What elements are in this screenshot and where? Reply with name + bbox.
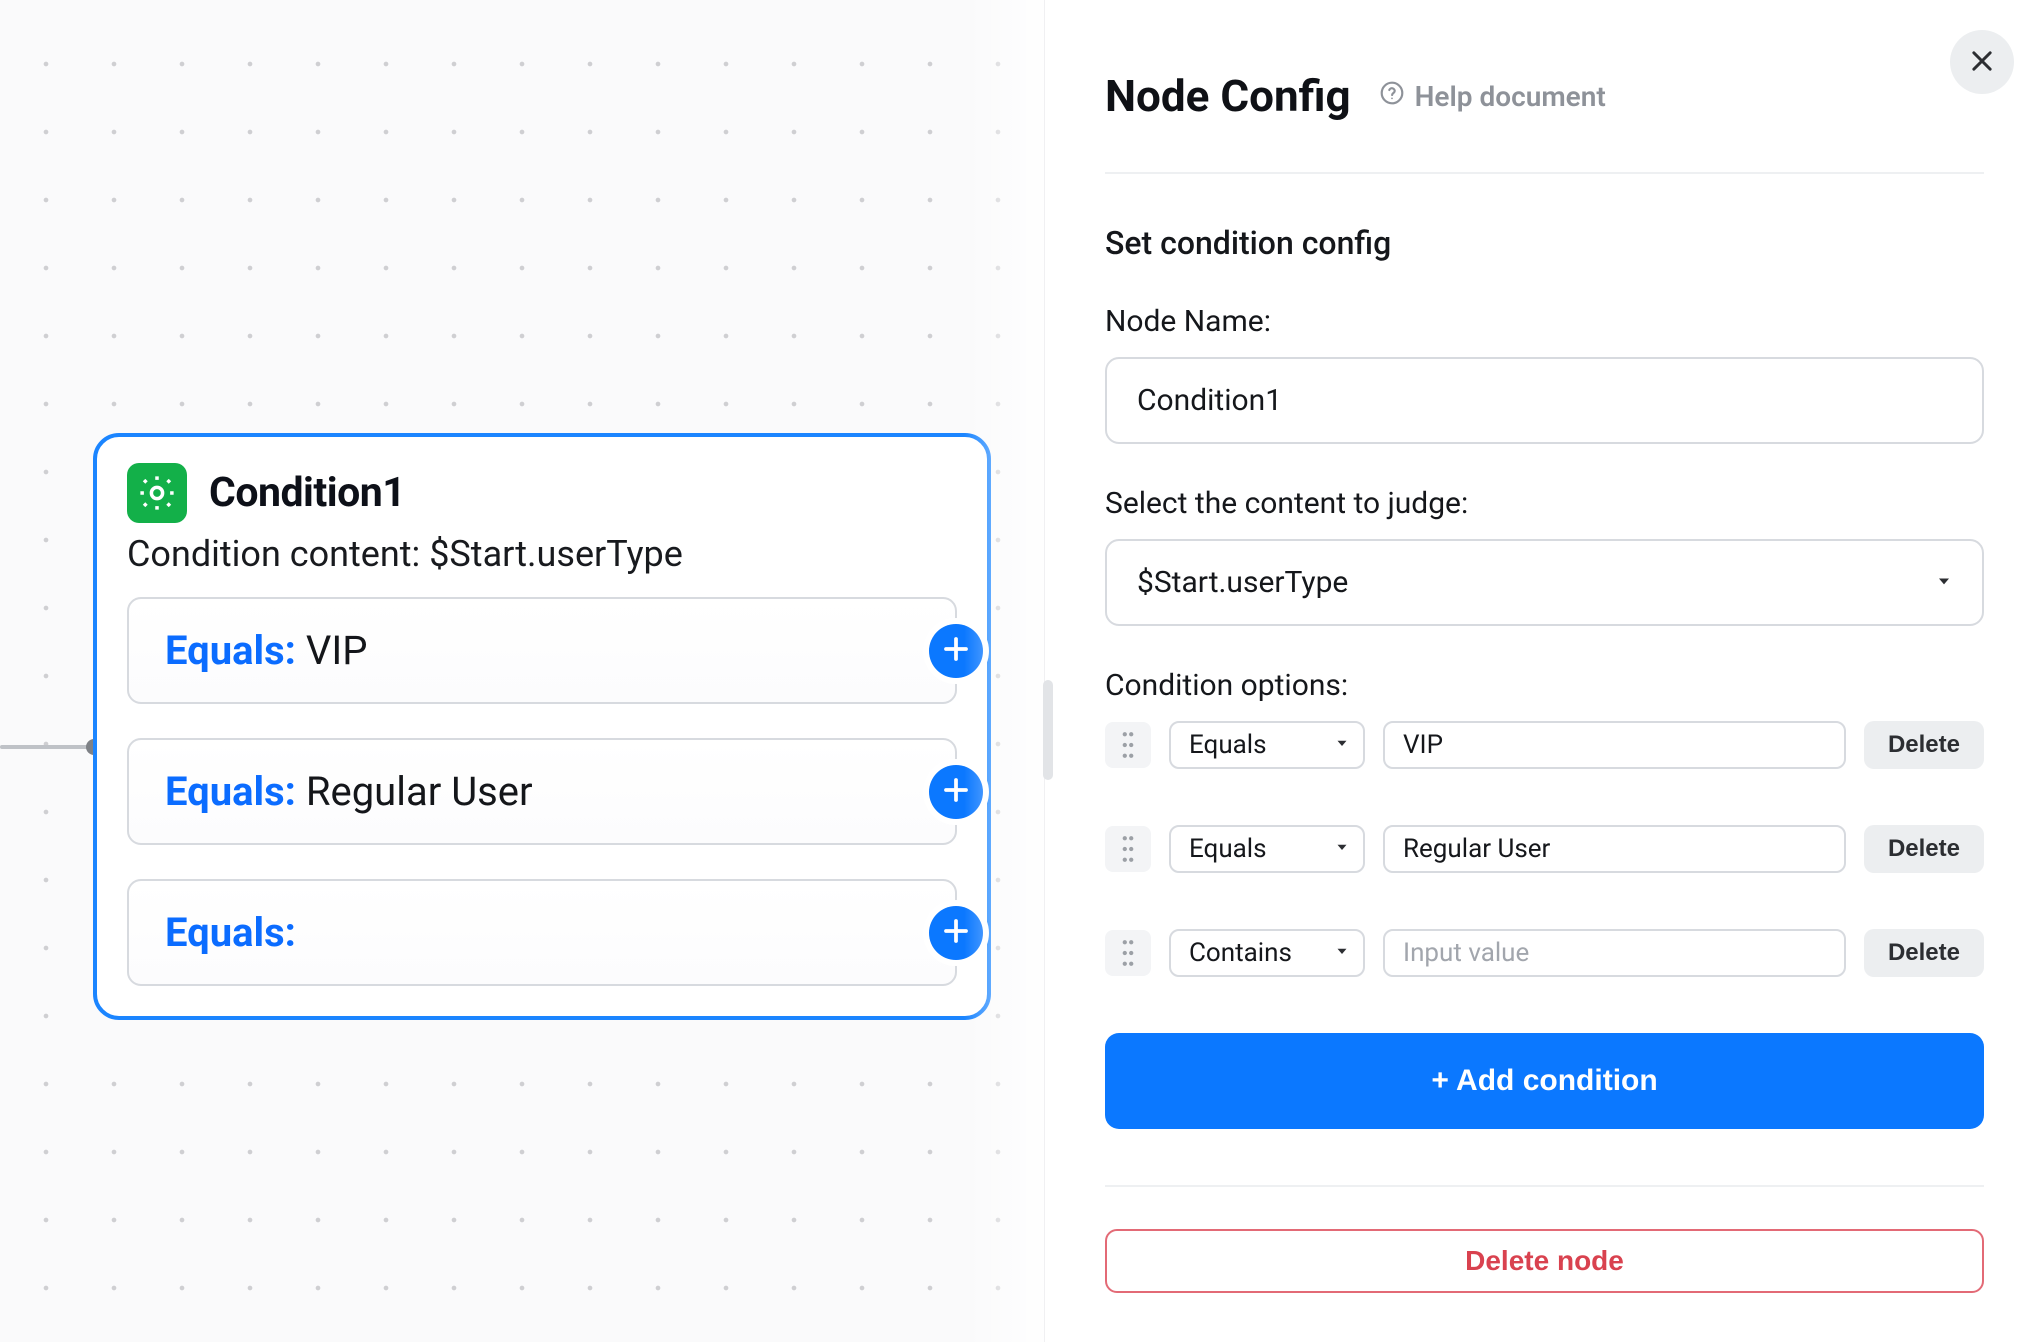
branch-operator: Equals:	[165, 909, 296, 956]
condition-value-input[interactable]	[1383, 825, 1846, 873]
operator-value[interactable]	[1169, 721, 1365, 769]
condition-options-label: Condition options:	[1105, 668, 1984, 703]
condition-options-list: Delete Delete Delete	[1105, 721, 1984, 977]
plus-icon	[941, 634, 971, 667]
node-name-label: Node Name:	[1105, 304, 1984, 339]
condition-branch-label: Equals: VIP	[165, 627, 919, 674]
help-label: Help document	[1415, 80, 1606, 113]
help-document-link[interactable]: Help document	[1379, 80, 1606, 113]
branch-operator: Equals:	[165, 768, 296, 815]
condition-branch-row[interactable]: Equals: VIP	[127, 597, 957, 704]
add-branch-output-button[interactable]	[929, 624, 983, 678]
operator-select[interactable]	[1169, 825, 1365, 873]
close-icon	[1968, 47, 1996, 78]
drag-handle-icon[interactable]	[1105, 722, 1151, 768]
add-condition-button[interactable]: + Add condition	[1105, 1033, 1984, 1129]
node-subtitle-prefix: Condition content:	[127, 533, 429, 575]
plus-icon	[941, 775, 971, 808]
content-judge-select[interactable]	[1105, 539, 1984, 626]
operator-value[interactable]	[1169, 929, 1365, 977]
condition-option-row: Delete	[1105, 929, 1984, 977]
drag-handle-icon[interactable]	[1105, 826, 1151, 872]
add-branch-output-button[interactable]	[929, 765, 983, 819]
node-title: Condition1	[209, 469, 405, 517]
panel-title: Node Config	[1105, 70, 1351, 122]
condition-branch-row[interactable]: Equals: Regular User	[127, 738, 957, 845]
node-subtitle: Condition content: $Start.userType	[127, 533, 957, 575]
plus-icon	[941, 916, 971, 949]
panel-resize-handle[interactable]	[1043, 680, 1053, 780]
condition-value-input[interactable]	[1383, 721, 1846, 769]
content-judge-label: Select the content to judge:	[1105, 486, 1984, 521]
drag-handle-icon[interactable]	[1105, 930, 1151, 976]
operator-select[interactable]	[1169, 721, 1365, 769]
branch-value: Regular User	[306, 768, 533, 815]
condition-branch-row[interactable]: Equals:	[127, 879, 957, 986]
panel-header: Node Config Help document	[1105, 70, 1984, 174]
close-panel-button[interactable]	[1950, 30, 2014, 94]
condition-option-row: Delete	[1105, 825, 1984, 873]
content-judge-value[interactable]	[1105, 539, 1984, 626]
delete-condition-button[interactable]: Delete	[1864, 929, 1984, 977]
edge-connector-line	[0, 745, 90, 749]
operator-select[interactable]	[1169, 929, 1365, 977]
condition-branch-label: Equals: Regular User	[165, 768, 919, 815]
delete-condition-button[interactable]: Delete	[1864, 721, 1984, 769]
node-name-input[interactable]	[1105, 357, 1984, 444]
node-subtitle-value: $Start.userType	[429, 533, 683, 575]
condition-branch-label: Equals:	[165, 909, 919, 956]
condition-option-row: Delete	[1105, 721, 1984, 769]
branch-value: VIP	[306, 627, 368, 674]
node-config-panel: Node Config Help document Set condition …	[1044, 0, 2044, 1342]
condition-value-input[interactable]	[1383, 929, 1846, 977]
delete-node-button[interactable]: Delete node	[1105, 1229, 1984, 1293]
add-branch-output-button[interactable]	[929, 906, 983, 960]
node-header: Condition1	[127, 463, 957, 523]
operator-value[interactable]	[1169, 825, 1365, 873]
condition-node-card[interactable]: Condition1 Condition content: $Start.use…	[93, 433, 991, 1020]
section-title: Set condition config	[1105, 224, 1984, 262]
gear-icon	[127, 463, 187, 523]
delete-condition-button[interactable]: Delete	[1864, 825, 1984, 873]
panel-divider	[1105, 1185, 1984, 1187]
help-icon	[1379, 80, 1405, 113]
branch-operator: Equals:	[165, 627, 296, 674]
